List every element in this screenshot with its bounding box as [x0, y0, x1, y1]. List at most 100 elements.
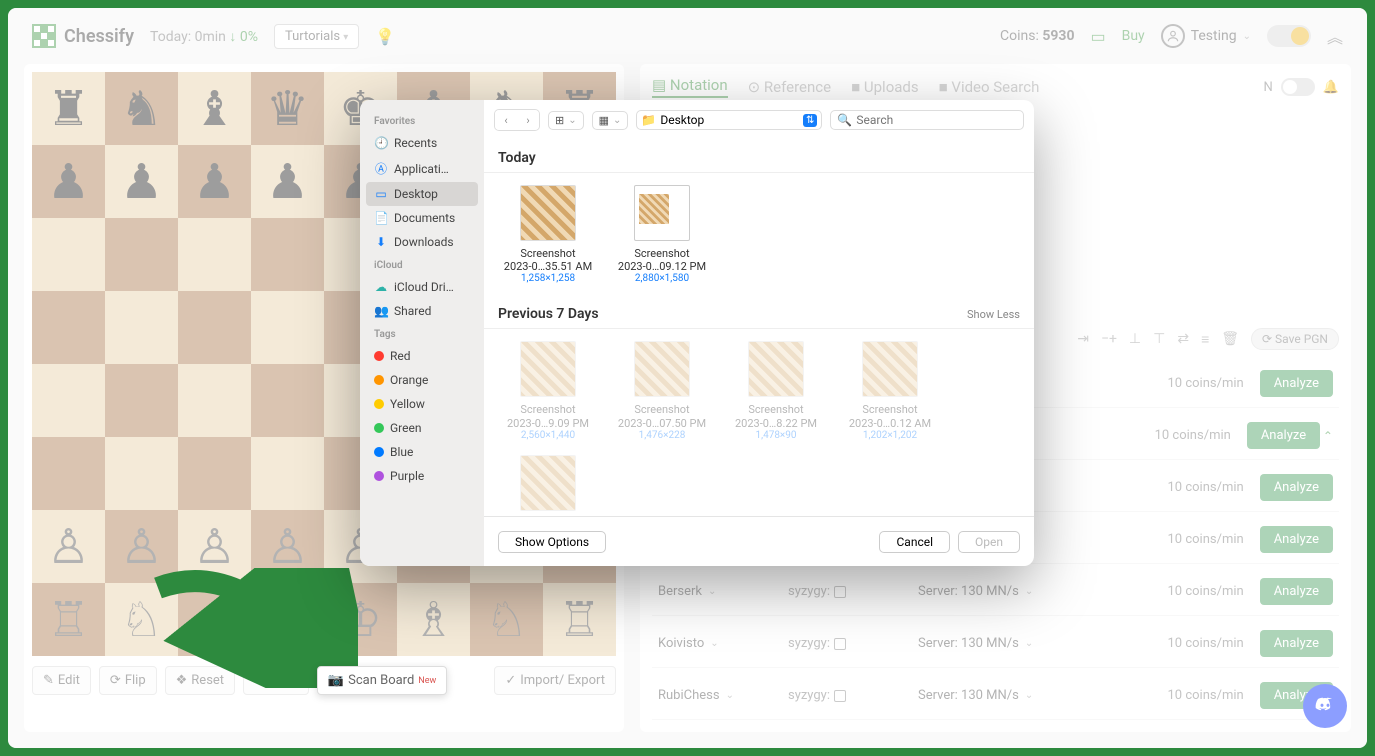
tab-uploads[interactable]: ■ Uploads	[851, 78, 919, 96]
analyze-button[interactable]: Analyze	[1260, 370, 1333, 397]
file-item[interactable]: Screenshot2023-0…07.50 PM 1,476×228	[612, 341, 712, 440]
view-mode-1[interactable]: ⊞ ⌄	[548, 111, 584, 130]
file-thumbnail	[634, 185, 690, 241]
edit-button[interactable]: ✎ Edit	[32, 666, 91, 695]
forward-button[interactable]: ›	[517, 110, 539, 130]
view-mode-2[interactable]: ▦ ⌄	[592, 111, 629, 130]
today-status: Today: 0min ↓ 0%	[150, 28, 258, 45]
tag-dot-icon	[374, 447, 384, 457]
n-label: N	[1264, 80, 1273, 95]
back-button[interactable]: ‹	[495, 110, 517, 130]
analyze-button[interactable]: Analyze	[1260, 474, 1333, 501]
tool-icon[interactable]: ⇄	[1177, 331, 1189, 347]
theme-toggle[interactable]	[1267, 25, 1311, 47]
engine-name[interactable]: Koivisto ⌄	[658, 636, 788, 651]
file-item[interactable]: Screenshot2023-0…09.12 PM 2,880×1,580	[612, 185, 712, 284]
logo[interactable]: Chessify	[32, 24, 134, 48]
file-item[interactable]: Screenshot2023-0…9.09 PM 2,560×1,440	[498, 341, 598, 440]
engine-cost: 10 coins/min	[1134, 584, 1244, 599]
tag-dot-icon	[374, 351, 384, 361]
tag-green[interactable]: Green	[366, 416, 478, 440]
n-toggle[interactable]	[1281, 78, 1315, 96]
server-dropdown[interactable]: Server: 130 MN/s ⌄	[918, 688, 1118, 703]
reset-button[interactable]: ❖ Reset	[165, 666, 235, 695]
analyze-button[interactable]: Analyze	[1247, 422, 1320, 449]
file-item[interactable]: Screenshot2023-0…8.22 PM 1,478×90	[726, 341, 826, 440]
bell-icon[interactable]: 🔔	[1323, 80, 1339, 95]
tag-purple[interactable]: Purple	[366, 464, 478, 488]
engine-row: Koivisto ⌄ syzygy: Server: 130 MN/s ⌄ 10…	[652, 620, 1339, 668]
syzygy-checkbox[interactable]	[834, 638, 846, 650]
syzygy-checkbox[interactable]	[834, 586, 846, 598]
path-dropdown[interactable]: 📁 Desktop ⇅	[636, 110, 822, 130]
search-field[interactable]: 🔍	[830, 110, 1024, 130]
show-options-button[interactable]: Show Options	[498, 531, 606, 553]
file-item[interactable]: Screenshot2023-0…0.12 AM 1,202×1,202	[840, 341, 940, 440]
today-group-header: Today	[484, 140, 1034, 173]
search-icon: 🔍	[837, 113, 852, 127]
syzygy-checkbox[interactable]	[834, 690, 846, 702]
file-dimensions: 1,478×90	[726, 430, 826, 441]
cloud-icon: ☁	[374, 280, 388, 294]
user-menu[interactable]: Testing ⌄	[1161, 24, 1251, 48]
tool-icon[interactable]: ⊥	[1129, 331, 1141, 347]
tab-reference[interactable]: ⊙ Reference	[748, 78, 831, 96]
tag-red[interactable]: Red	[366, 344, 478, 368]
expand-icon[interactable]: ⌃	[1323, 429, 1333, 443]
tool-icon[interactable]: ⇥	[1077, 331, 1089, 347]
dialog-footer: Show Options Cancel Open	[484, 516, 1034, 566]
sidebar-item-desktop[interactable]: ▭Desktop	[366, 182, 478, 206]
tab-notation[interactable]: ▤ Notation	[652, 76, 728, 98]
tab-video[interactable]: ■ Video Search	[939, 78, 1040, 96]
scan-board-button[interactable]: 📷 Scan BoardNew	[317, 666, 447, 695]
avatar-icon	[1161, 24, 1185, 48]
tag-yellow[interactable]: Yellow	[366, 392, 478, 416]
sidebar-item-documents[interactable]: 📄Documents	[366, 206, 478, 230]
tips-icon[interactable]: 💡	[375, 27, 395, 46]
sidebar-item-applicati[interactable]: ⒶApplicati…	[366, 155, 478, 182]
server-dropdown[interactable]: Server: 130 MN/s ⌄	[918, 584, 1118, 599]
sidebar-item-icloud[interactable]: 👥Shared	[366, 299, 478, 323]
tutorials-dropdown[interactable]: Turtorials ▾	[274, 24, 359, 49]
analyze-button[interactable]: Analyze	[1260, 526, 1333, 553]
file-name: Screenshot2023-0…9.09 PM	[498, 403, 598, 429]
engine-row: Berserk ⌄ syzygy: Server: 130 MN/s ⌄ 10 …	[652, 568, 1339, 616]
favorites-label: Favorites	[366, 110, 478, 131]
server-dropdown[interactable]: Server: 130 MN/s ⌄	[918, 636, 1118, 651]
cancel-button[interactable]: Cancel	[879, 531, 950, 553]
tool-icon[interactable]: ⊤	[1153, 331, 1165, 347]
tool-icon[interactable]: −+	[1101, 331, 1117, 347]
engine-name[interactable]: Berserk ⌄	[658, 584, 788, 599]
file-dimensions: 2,560×1,440	[498, 430, 598, 441]
folder-icon: ⬇	[374, 235, 388, 249]
buy-link[interactable]: Buy	[1122, 28, 1145, 44]
show-less-button[interactable]: Show Less	[967, 308, 1020, 321]
file-item[interactable]: Screenshot2023-0…3.04 PM 1,508×726	[498, 455, 598, 516]
collapse-icon[interactable]: ︽	[1327, 24, 1343, 48]
search-input[interactable]	[856, 113, 1017, 127]
engine-name[interactable]: RubiChess ⌄	[658, 688, 788, 703]
flip-button[interactable]: ⟳ Flip	[99, 666, 157, 695]
analyze-button[interactable]: Analyze	[1260, 630, 1333, 657]
trash-icon[interactable]: 🗑	[1221, 331, 1239, 347]
brand-name: Chessify	[64, 26, 134, 47]
sidebar-item-icloud[interactable]: ☁iCloud Dri…	[366, 275, 478, 299]
syzygy-label: syzygy:	[788, 584, 918, 599]
sidebar-item-downloads[interactable]: ⬇Downloads	[366, 230, 478, 254]
import-export-button[interactable]: ✓ Import/ Export	[494, 666, 616, 695]
tag-blue[interactable]: Blue	[366, 440, 478, 464]
sidebar-item-recents[interactable]: 🕘Recents	[366, 131, 478, 155]
tag-orange[interactable]: Orange	[366, 368, 478, 392]
discord-fab[interactable]	[1303, 684, 1347, 728]
tag-dot-icon	[374, 399, 384, 409]
analyze-button[interactable]: Analyze	[1260, 578, 1333, 605]
file-item[interactable]: Screenshot2023-0…35.51 AM 1,258×1,258	[498, 185, 598, 284]
file-thumbnail	[748, 341, 804, 397]
save-pgn-button[interactable]: ⟳ Save PGN	[1251, 328, 1339, 350]
tool-icon[interactable]: ≡	[1201, 331, 1209, 348]
prev7-group-header: Previous 7 Days Show Less	[484, 296, 1034, 329]
off-button[interactable]: 👁 OFF	[243, 666, 309, 695]
cloud-icon: 👥	[374, 304, 388, 318]
engine-cost: 10 coins/min	[1134, 636, 1244, 651]
open-button[interactable]: Open	[958, 531, 1020, 553]
